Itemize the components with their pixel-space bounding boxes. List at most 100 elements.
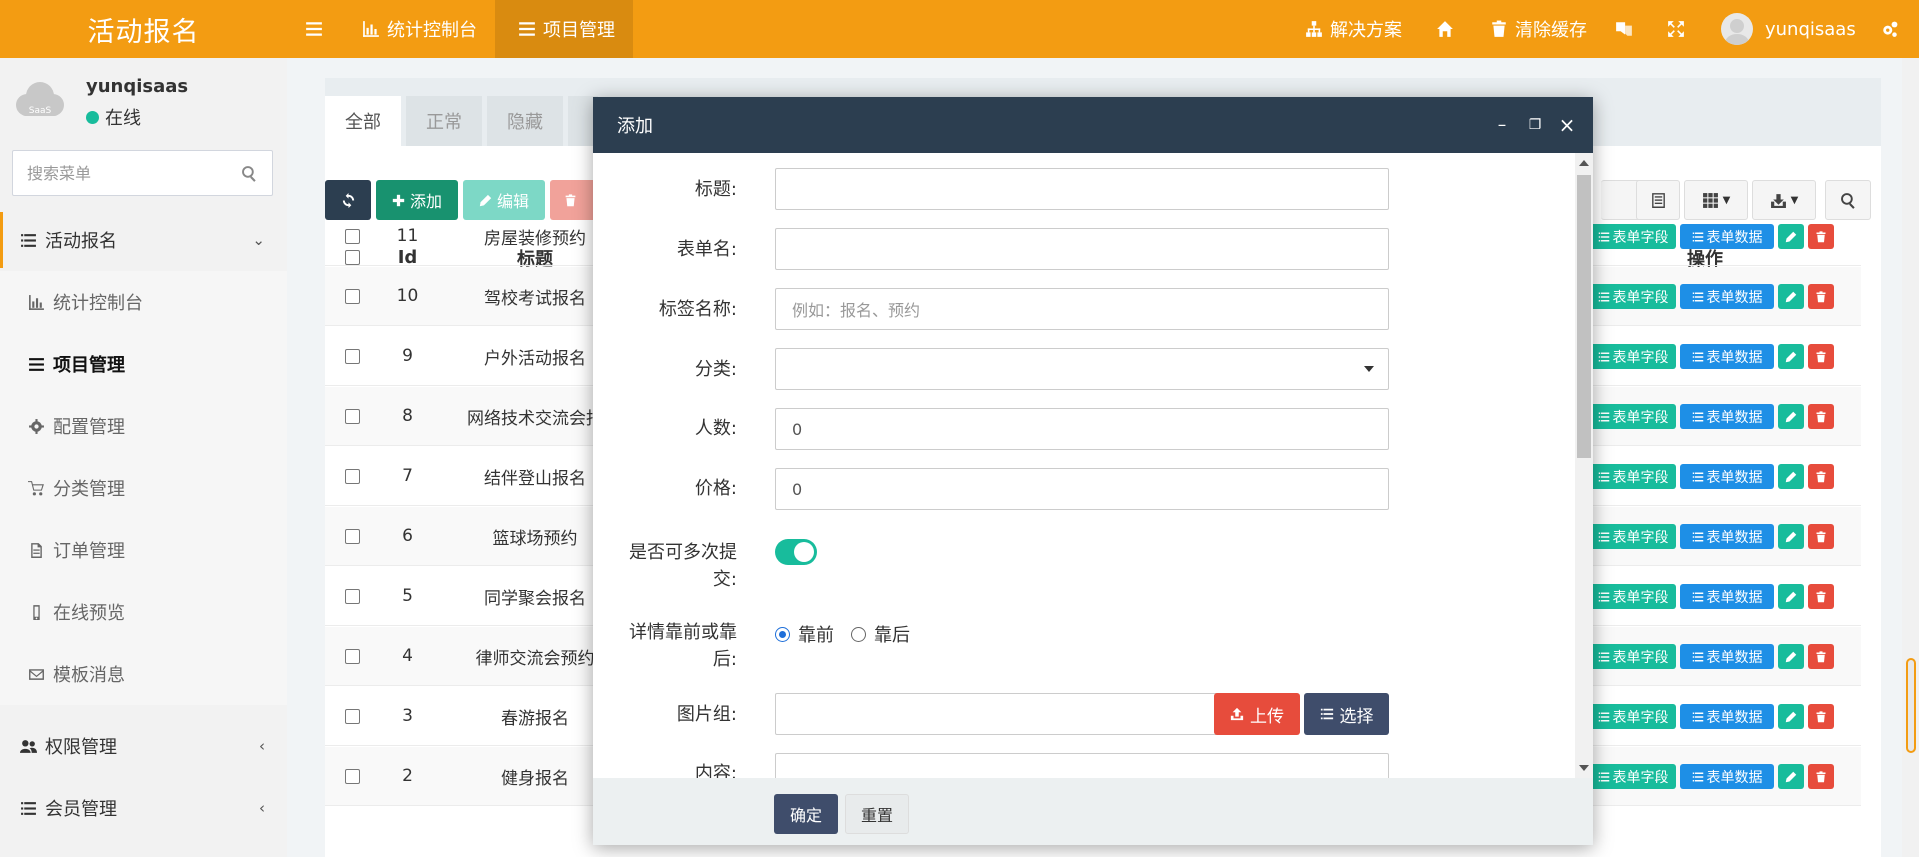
checkbox-box[interactable] [345, 468, 360, 484]
app-brand[interactable]: 活动报名 [0, 0, 287, 58]
form-fields-button[interactable]: 表单字段 [1590, 404, 1676, 429]
row-checkbox[interactable] [325, 207, 380, 265]
row-delete-button[interactable] [1808, 404, 1834, 429]
checkbox-box[interactable] [345, 288, 360, 304]
form-data-button[interactable]: 表单数据 [1680, 704, 1774, 729]
dialog-scrollbar-thumb[interactable] [1577, 175, 1591, 458]
multi-submit-toggle[interactable] [775, 539, 817, 565]
user-menu[interactable]: yunqisaas [1721, 0, 1856, 58]
radio-front-dot[interactable] [775, 626, 790, 642]
row-checkbox[interactable] [325, 747, 380, 805]
row-edit-button[interactable] [1778, 224, 1804, 249]
row-checkbox[interactable] [325, 327, 380, 385]
page-scrollbar-thumb[interactable] [1906, 658, 1916, 753]
form-fields-button[interactable]: 表单字段 [1590, 584, 1676, 609]
checkbox-box[interactable] [345, 408, 360, 424]
checkbox-box[interactable] [345, 348, 360, 364]
row-checkbox[interactable] [325, 387, 380, 445]
row-delete-button[interactable] [1808, 584, 1834, 609]
sidebar-item-dashboard[interactable]: 统计控制台 [0, 271, 287, 333]
row-delete-button[interactable] [1808, 764, 1834, 789]
fullscreen-button[interactable] [1667, 0, 1685, 58]
form-name-input[interactable] [775, 228, 1389, 270]
form-data-button[interactable]: 表单数据 [1680, 404, 1774, 429]
sidebar-item-preview[interactable]: 在线预览 [0, 581, 287, 643]
form-data-button[interactable]: 表单数据 [1680, 584, 1774, 609]
category-select[interactable] [775, 348, 1389, 390]
row-checkbox[interactable] [325, 507, 380, 565]
close-button[interactable]: × [1552, 97, 1582, 153]
row-delete-button[interactable] [1808, 464, 1834, 489]
form-fields-button[interactable]: 表单字段 [1590, 284, 1676, 309]
row-checkbox[interactable] [325, 687, 380, 745]
row-edit-button[interactable] [1778, 344, 1804, 369]
checkbox-box[interactable] [345, 768, 360, 784]
form-data-button[interactable]: 表单数据 [1680, 224, 1774, 249]
form-fields-button[interactable]: 表单字段 [1590, 464, 1676, 489]
checkbox-box[interactable] [345, 528, 360, 544]
tag-name-input[interactable]: 例如：报名、预约 [775, 288, 1389, 330]
row-delete-button[interactable] [1808, 344, 1834, 369]
menu-search[interactable] [12, 150, 273, 196]
row-delete-button[interactable] [1808, 644, 1834, 669]
nav-project-management[interactable]: 项目管理 [495, 0, 633, 58]
sidebar-item-category[interactable]: 分类管理 [0, 457, 287, 519]
people-count-input[interactable]: 0 [775, 408, 1389, 450]
tab-all[interactable]: 全部 [325, 96, 401, 146]
tab-hidden[interactable]: 隐藏 [487, 96, 563, 146]
row-edit-button[interactable] [1778, 284, 1804, 309]
row-checkbox[interactable] [325, 627, 380, 685]
row-edit-button[interactable] [1778, 644, 1804, 669]
row-delete-button[interactable] [1808, 224, 1834, 249]
scroll-up-icon[interactable] [1579, 160, 1589, 166]
form-fields-button[interactable]: 表单字段 [1590, 524, 1676, 549]
maximize-button[interactable]: ❐ [1520, 97, 1550, 153]
search-icon[interactable] [241, 165, 258, 182]
row-checkbox[interactable] [325, 267, 380, 325]
row-checkbox[interactable] [325, 447, 380, 505]
checkbox-box[interactable] [345, 228, 360, 244]
nav-dashboard[interactable]: 统计控制台 [362, 0, 477, 58]
radio-back-dot[interactable] [851, 626, 866, 642]
sidebar-item-template-msg[interactable]: 模板消息 [0, 643, 287, 705]
sidebar-group-permission[interactable]: 权限管理 ‹ [0, 718, 287, 774]
form-fields-button[interactable]: 表单字段 [1590, 344, 1676, 369]
row-delete-button[interactable] [1808, 284, 1834, 309]
language-button[interactable] [1615, 0, 1633, 58]
content-editor[interactable] [775, 753, 1389, 778]
form-data-button[interactable]: 表单数据 [1680, 284, 1774, 309]
form-fields-button[interactable]: 表单字段 [1590, 764, 1676, 789]
sidebar-toggle-button[interactable] [305, 0, 325, 58]
sidebar-group-activity[interactable]: 活动报名 ⌄ [0, 212, 287, 268]
form-fields-button[interactable]: 表单字段 [1590, 704, 1676, 729]
row-delete-button[interactable] [1808, 524, 1834, 549]
sidebar-item-orders[interactable]: 订单管理 [0, 519, 287, 581]
row-edit-button[interactable] [1778, 464, 1804, 489]
checkbox-box[interactable] [345, 708, 360, 724]
tab-normal[interactable]: 正常 [406, 96, 482, 146]
form-data-button[interactable]: 表单数据 [1680, 524, 1774, 549]
row-edit-button[interactable] [1778, 524, 1804, 549]
reset-button[interactable]: 重置 [845, 794, 909, 834]
row-edit-button[interactable] [1778, 584, 1804, 609]
minimize-button[interactable]: – [1487, 97, 1517, 153]
radio-front[interactable]: 靠前 [775, 621, 834, 647]
form-fields-button[interactable]: 表单字段 [1590, 644, 1676, 669]
sidebar-item-projects[interactable]: 项目管理 [0, 333, 287, 395]
form-fields-button[interactable]: 表单字段 [1590, 224, 1676, 249]
price-input[interactable]: 0 [775, 468, 1389, 510]
choose-button[interactable]: 选择 [1304, 693, 1389, 735]
form-data-button[interactable]: 表单数据 [1680, 764, 1774, 789]
row-delete-button[interactable] [1808, 704, 1834, 729]
scroll-down-icon[interactable] [1579, 765, 1589, 771]
form-data-button[interactable]: 表单数据 [1680, 464, 1774, 489]
form-data-button[interactable]: 表单数据 [1680, 344, 1774, 369]
row-edit-button[interactable] [1778, 704, 1804, 729]
row-edit-button[interactable] [1778, 764, 1804, 789]
row-edit-button[interactable] [1778, 404, 1804, 429]
clear-cache-button[interactable]: 清除缓存 [1490, 0, 1587, 58]
image-group-input[interactable] [775, 693, 1219, 735]
checkbox-box[interactable] [345, 648, 360, 664]
radio-back[interactable]: 靠后 [851, 621, 910, 647]
upload-button[interactable]: 上传 [1214, 693, 1300, 735]
